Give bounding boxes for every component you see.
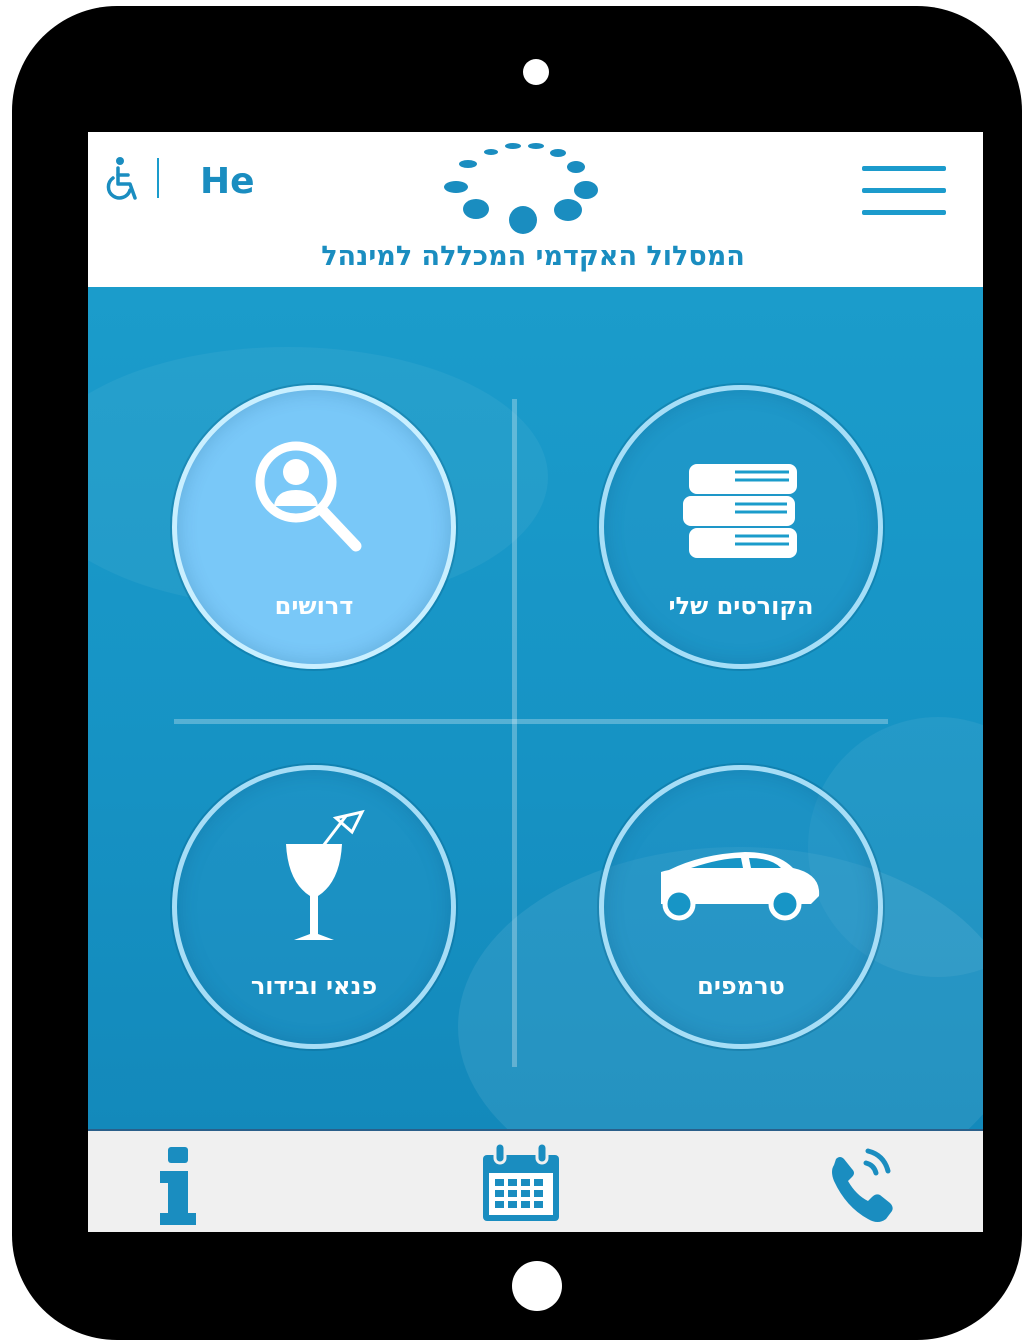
college-logo: [444, 143, 598, 234]
tile-rides-label: טרמפים: [697, 972, 785, 1000]
books-icon: [683, 464, 797, 558]
main-menu-area: דרושים הקורסים שלי פנאי ובידור טרמפים: [88, 287, 983, 1129]
tile-jobs-label: דרושים: [274, 592, 354, 620]
language-toggle[interactable]: He: [200, 158, 255, 206]
grid-divider-horizontal: [174, 719, 888, 724]
language-separator: [157, 158, 159, 198]
app-title: המסלול האקדמי המכללה למינהל: [321, 241, 745, 272]
hamburger-menu-icon[interactable]: [862, 162, 946, 218]
cocktail-icon: [286, 809, 365, 940]
info-icon[interactable]: [140, 1141, 220, 1225]
tile-leisure[interactable]: פנאי ובידור: [172, 765, 456, 1049]
search-person-icon: [255, 441, 362, 552]
tile-jobs[interactable]: דרושים: [172, 385, 456, 669]
car-icon: [661, 852, 820, 921]
bottom-nav-bar: [88, 1129, 983, 1232]
app-header: He המסלול האקדמי המכללה למינהל: [88, 132, 983, 287]
grid-divider-vertical: [512, 399, 517, 1067]
app-screen: He המסלול האקדמי המכללה למינהל דרושים הק…: [88, 132, 983, 1232]
wheelchair-icon[interactable]: [103, 156, 143, 204]
phone-icon[interactable]: [820, 1141, 900, 1225]
tile-my-courses-label: הקורסים שלי: [668, 592, 814, 620]
tile-my-courses[interactable]: הקורסים שלי: [599, 385, 883, 669]
tablet-frame: He המסלול האקדמי המכללה למינהל דרושים הק…: [12, 6, 1022, 1340]
home-button[interactable]: [512, 1261, 562, 1311]
tile-leisure-label: פנאי ובידור: [250, 972, 378, 1000]
tile-rides[interactable]: טרמפים: [599, 765, 883, 1049]
front-camera: [523, 59, 549, 85]
calendar-icon[interactable]: [481, 1141, 561, 1225]
